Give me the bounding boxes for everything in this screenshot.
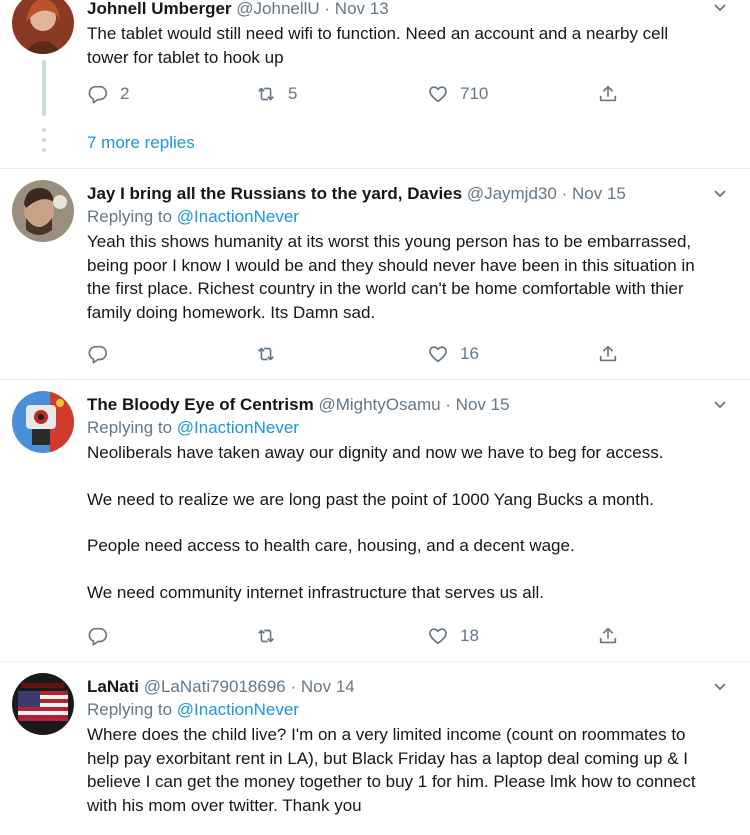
share-icon [599, 85, 617, 102]
timestamp[interactable]: · Nov 13 [324, 0, 388, 18]
tweet-paragraph: Neoliberals have taken away our dignity … [87, 443, 664, 462]
tweet-text: The tablet would still need wifi to func… [87, 24, 669, 67]
timestamp[interactable]: · Nov 15 [562, 184, 626, 203]
avatar-johnell-image [12, 0, 74, 54]
share-icon [599, 345, 617, 362]
reply-icon [88, 345, 108, 364]
replying-label: Replying to [87, 207, 173, 226]
timestamp[interactable]: · Nov 14 [290, 677, 354, 696]
chevron-down-icon[interactable] [712, 679, 728, 695]
avatar[interactable] [12, 391, 74, 453]
tweet-header: Jay I bring all the Russians to the yard… [87, 183, 710, 205]
avatar[interactable] [12, 673, 74, 735]
reply-button[interactable] [87, 625, 109, 647]
tweet-text: Yeah this shows humanity at its worst th… [87, 232, 695, 322]
like-count: 16 [460, 344, 479, 363]
more-replies-link[interactable]: 7 more replies [87, 133, 195, 153]
tweet-text: Where does the child live? I'm on a very… [87, 725, 696, 815]
share-button[interactable] [597, 625, 619, 647]
thread-line [42, 60, 46, 116]
display-name[interactable]: Johnell Umberger [87, 0, 232, 18]
like-count: 710 [460, 84, 489, 103]
share-button[interactable] [597, 83, 619, 105]
reply-button[interactable]: 2 [87, 83, 129, 105]
avatar-bloody-eye-image [12, 391, 74, 453]
retweet-button[interactable]: 5 [255, 83, 297, 105]
tweet-text: Neoliberals have taken away our dignity … [87, 441, 710, 604]
like-icon [429, 628, 447, 645]
retweet-count: 5 [288, 84, 298, 103]
tweet-paragraph: People need access to health care, housi… [87, 536, 575, 555]
replying-label: Replying to [87, 700, 173, 719]
chevron-down-icon[interactable] [712, 0, 728, 16]
avatar-jay-image [12, 180, 74, 242]
timestamp[interactable]: · Nov 15 [445, 395, 509, 414]
like-icon [429, 86, 447, 103]
retweet-icon [258, 629, 274, 643]
tweet-bloody-eye[interactable]: The Bloody Eye of Centrism @MightyOsamu … [0, 379, 750, 662]
like-button[interactable]: 710 [427, 83, 488, 105]
replying-mention[interactable]: @InactionNever [177, 700, 299, 719]
tweet-header: Johnell Umberger @JohnellU · Nov 13 [87, 0, 710, 20]
like-icon [429, 346, 447, 363]
like-button[interactable]: 18 [427, 625, 479, 647]
display-name[interactable]: Jay I bring all the Russians to the yard… [87, 184, 462, 203]
tweet-header: The Bloody Eye of Centrism @MightyOsamu … [87, 394, 710, 416]
tweet-lanati[interactable]: LaNati @LaNati79018696 · Nov 14 Replying… [0, 661, 750, 835]
avatar-lanati-image [12, 673, 74, 735]
tweet-paragraph: We need to realize we are long past the … [87, 489, 655, 509]
handle[interactable]: @LaNati79018696 [144, 677, 286, 696]
replying-mention[interactable]: @InactionNever [177, 207, 299, 226]
replying-to: Replying to @InactionNever [87, 206, 710, 228]
replying-mention[interactable]: @InactionNever [177, 418, 299, 437]
replying-to: Replying to @InactionNever [87, 417, 710, 439]
retweet-button[interactable] [255, 625, 277, 647]
display-name[interactable]: LaNati [87, 677, 139, 696]
chevron-down-icon[interactable] [712, 186, 728, 202]
tweet-header: LaNati @LaNati79018696 · Nov 14 [87, 676, 710, 698]
retweet-icon [258, 347, 274, 361]
share-icon [599, 627, 617, 644]
avatar[interactable] [12, 180, 74, 242]
replying-to: Replying to @InactionNever [87, 699, 710, 721]
reply-button[interactable] [87, 343, 109, 365]
like-button[interactable]: 16 [427, 343, 479, 365]
handle[interactable]: @Jaymjd30 [467, 184, 557, 203]
tweet-jay[interactable]: Jay I bring all the Russians to the yard… [0, 168, 750, 380]
tweet-johnell[interactable]: Johnell Umberger @JohnellU · Nov 13 The … [0, 0, 750, 169]
handle[interactable]: @MightyOsamu [318, 395, 440, 414]
display-name[interactable]: The Bloody Eye of Centrism [87, 395, 314, 414]
retweet-icon [258, 87, 274, 101]
reply-icon [88, 627, 108, 646]
tweet-paragraph: We need community internet infrastructur… [87, 582, 544, 602]
reply-icon [88, 85, 108, 104]
retweet-button[interactable] [255, 343, 277, 365]
handle[interactable]: @JohnellU [236, 0, 319, 18]
share-button[interactable] [597, 343, 619, 365]
like-count: 18 [460, 626, 479, 645]
chevron-down-icon[interactable] [712, 397, 728, 413]
avatar[interactable] [12, 0, 74, 54]
reply-count: 2 [120, 84, 130, 103]
replying-label: Replying to [87, 418, 173, 437]
